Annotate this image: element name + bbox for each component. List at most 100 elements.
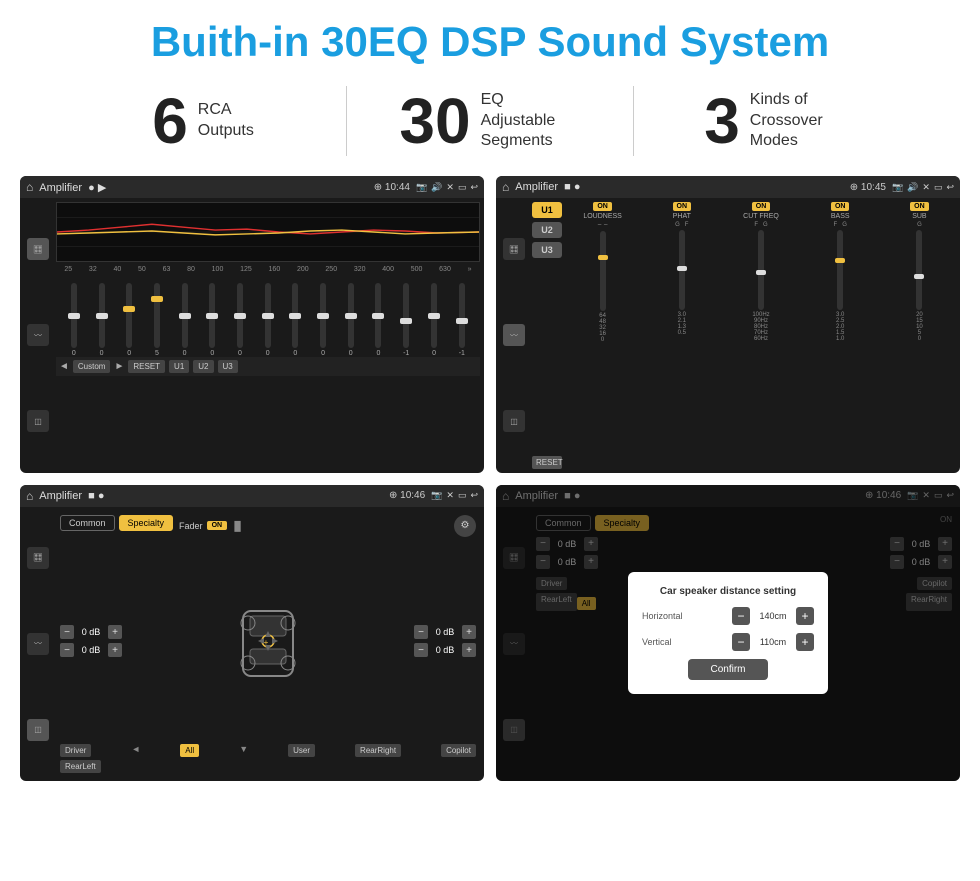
eq-prev-btn[interactable]: ◄ (59, 361, 69, 372)
amp-u-back-icon[interactable]: ↩ (946, 182, 954, 193)
cs-top-icons: 📷 ✕ ▭ ↩ (431, 490, 478, 501)
eq-screen-content: 🎛 〰 ◫ (20, 198, 484, 473)
cutfreq-group: ON CUT FREQ F G 100Hz90Hz80Hz70Hz60Hz (724, 202, 797, 469)
cs-tab-common[interactable]: Common (60, 515, 115, 531)
left-top-minus[interactable]: − (60, 625, 74, 639)
amp-u-sidebar-icon-1[interactable]: 🎛 (503, 238, 525, 260)
home-icon[interactable]: ⌂ (26, 180, 33, 194)
cs-tabs: Common Specialty (60, 515, 173, 531)
eq-slider-6[interactable]: 0 (237, 283, 243, 357)
minus-icon[interactable]: ▭ (458, 182, 467, 193)
left-top-plus[interactable]: + (108, 625, 122, 639)
eq-slider-5[interactable]: 0 (209, 283, 215, 357)
eq-slider-12[interactable]: -1 (403, 283, 409, 357)
loudness-slider[interactable] (600, 231, 606, 311)
left-bottom-plus[interactable]: + (108, 643, 122, 657)
amp-u-sidebar-icon-3[interactable]: ◫ (503, 410, 525, 432)
eq-time: ⊕ 10:44 (374, 182, 410, 193)
left-top-speaker-row: − 0 dB + (60, 625, 122, 639)
right-top-plus[interactable]: + (462, 625, 476, 639)
eq-slider-7[interactable]: 0 (265, 283, 271, 357)
eq-slider-8[interactable]: 0 (292, 283, 298, 357)
amp-u-home-icon[interactable]: ⌂ (502, 180, 509, 194)
left-bottom-minus[interactable]: − (60, 643, 74, 657)
amp-u-reset-btn[interactable]: RESET (532, 456, 562, 469)
cs-minus-icon[interactable]: ▭ (458, 490, 467, 501)
cs-close-icon[interactable]: ✕ (446, 490, 454, 501)
rear-left-btn[interactable]: RearLeft (60, 760, 101, 773)
u1-button[interactable]: U1 (532, 202, 562, 218)
u3-button[interactable]: U3 (532, 242, 562, 258)
cs-sidebar-icon-3[interactable]: ◫ (27, 719, 49, 741)
dialog-vertical-minus[interactable]: − (732, 633, 750, 651)
eq-slider-3[interactable]: 5 (154, 283, 160, 357)
cs-down-arrow[interactable]: ▼ (239, 744, 248, 757)
cs-bottom-labels: Driver ◄ All ▼ User RearRight Copilot (60, 744, 476, 757)
copilot-btn[interactable]: Copilot (441, 744, 476, 757)
back-icon[interactable]: ↩ (470, 182, 478, 193)
right-top-speaker-row: − 0 dB + (414, 625, 476, 639)
cs-tab-specialty[interactable]: Specialty (119, 515, 174, 531)
cs-time: ⊕ 10:46 (389, 490, 425, 501)
right-top-minus[interactable]: − (414, 625, 428, 639)
cutfreq-on[interactable]: ON (752, 202, 771, 211)
cutfreq-label: CUT FREQ (743, 213, 779, 220)
cs-main-area: Common Specialty Fader ON ▐▌ ⚙ − (56, 511, 480, 778)
eq-slider-4[interactable]: 0 (182, 283, 188, 357)
phat-on[interactable]: ON (673, 202, 692, 211)
phat-slider[interactable] (679, 230, 685, 310)
eq-slider-11[interactable]: 0 (375, 283, 381, 357)
right-bottom-plus[interactable]: + (462, 643, 476, 657)
eq-slider-1[interactable]: 0 (99, 283, 105, 357)
eq-sidebar-icon-2[interactable]: 〰 (27, 324, 49, 346)
user-btn[interactable]: User (288, 744, 315, 757)
settings-icon[interactable]: ⚙ (454, 515, 476, 537)
cutfreq-slider[interactable] (758, 230, 764, 310)
u2-button[interactable]: U2 (532, 222, 562, 238)
driver-btn[interactable]: Driver (60, 744, 91, 757)
cs-home-icon[interactable]: ⌂ (26, 489, 33, 503)
eq-u3-btn[interactable]: U3 (218, 360, 238, 373)
cs-rear-labels: RearLeft (60, 760, 476, 773)
eq-u2-btn[interactable]: U2 (193, 360, 213, 373)
dialog-horizontal-plus[interactable]: + (796, 607, 814, 625)
right-bottom-minus[interactable]: − (414, 643, 428, 657)
eq-u1-btn[interactable]: U1 (169, 360, 189, 373)
all-btn[interactable]: All (180, 744, 199, 757)
bass-on[interactable]: ON (831, 202, 850, 211)
cs-sidebar-icon-2[interactable]: 〰 (27, 633, 49, 655)
cs-sidebar-icon-1[interactable]: 🎛 (27, 547, 49, 569)
confirm-button[interactable]: Confirm (688, 659, 768, 680)
amp-u-minus-icon[interactable]: ▭ (934, 182, 943, 193)
eq-sidebar: 🎛 〰 ◫ (24, 202, 52, 469)
eq-sidebar-icon-1[interactable]: 🎛 (27, 238, 49, 260)
fader-on-badge[interactable]: ON (207, 521, 228, 530)
eq-preset-custom[interactable]: Custom (73, 360, 111, 373)
eq-reset-btn[interactable]: RESET (128, 360, 165, 373)
eq-slider-13[interactable]: 0 (431, 283, 437, 357)
eq-slider-2[interactable]: 0 (126, 283, 132, 357)
eq-sidebar-icon-3[interactable]: ◫ (27, 410, 49, 432)
bass-slider[interactable] (837, 230, 843, 310)
eq-slider-14[interactable]: -1 (459, 283, 465, 357)
loudness-on[interactable]: ON (593, 202, 612, 211)
amp-u-sliders-area: ON LOUDNESS ~~ 644832160 (566, 202, 956, 469)
amp-u-sidebar: 🎛 〰 ◫ (500, 202, 528, 469)
close-icon[interactable]: ✕ (446, 182, 454, 193)
rear-right-btn[interactable]: RearRight (355, 744, 401, 757)
cs-back-icon[interactable]: ↩ (470, 490, 478, 501)
camera-icon: 📷 (416, 182, 427, 193)
dialog-vertical-row: Vertical − 110cm + (642, 633, 814, 651)
cs-left-arrow[interactable]: ◄ (131, 744, 140, 757)
dialog-vertical-plus[interactable]: + (796, 633, 814, 651)
eq-slider-9[interactable]: 0 (320, 283, 326, 357)
amp-u-close-icon[interactable]: ✕ (922, 182, 930, 193)
eq-next-btn[interactable]: ► (114, 361, 124, 372)
eq-slider-0[interactable]: 0 (71, 283, 77, 357)
eq-slider-10[interactable]: 0 (348, 283, 354, 357)
sub-slider[interactable] (916, 230, 922, 310)
amp-u-sidebar-icon-2[interactable]: 〰 (503, 324, 525, 346)
sub-on[interactable]: ON (910, 202, 929, 211)
amp-u-top-bar: ⌂ Amplifier ■ ● ⊕ 10:45 📷 🔊 ✕ ▭ ↩ (496, 176, 960, 198)
dialog-horizontal-minus[interactable]: − (732, 607, 750, 625)
